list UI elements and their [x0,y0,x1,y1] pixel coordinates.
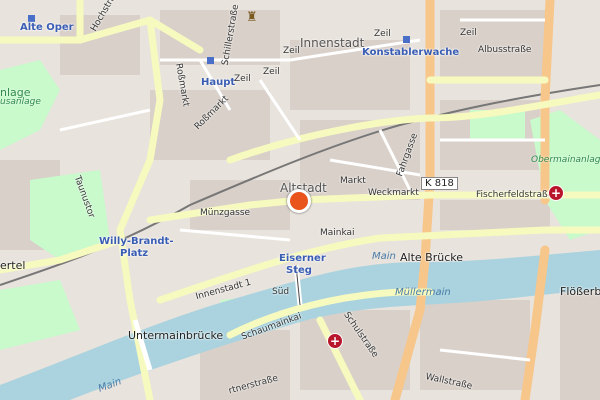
street-label-munzgasse: Münzgasse [200,208,251,218]
castle-icon[interactable]: ♜ [246,10,258,25]
station-label-eiserner-steg-1[interactable]: Eiserner [279,253,326,264]
street-label-fischerfeldstrasse: Fischerfeldstraße [476,190,554,200]
bridge-label-alte-brucke: Alte Brücke [400,251,463,264]
area-label-ertel: ertel [0,259,26,272]
street-label-zeil: Zeil [460,28,477,38]
street-label-weckmarkt: Weckmarkt [368,188,419,198]
station-label-willy-brandt-platz-1[interactable]: Willy-Brandt- [99,236,174,247]
street-label-zeil: Zeil [374,29,391,39]
park-label-usanlage: usanlage [0,97,41,107]
station-label-haupt[interactable]: Haupt [201,77,235,88]
station-label-konstablerwache[interactable]: Konstablerwache [362,47,459,58]
station-label-eiserner-steg-2[interactable]: Steg [286,265,312,276]
hospital-icon[interactable]: + [327,333,343,349]
street-label-albusstrasse: Albusstraße [478,45,532,55]
water-label-main: Main [372,251,396,262]
hospital-icon[interactable]: + [548,185,564,201]
road-ref-badge: K 818 [421,177,458,190]
location-pin-icon[interactable] [287,189,311,213]
station-stop-icon [28,15,35,22]
district-label-innenstadt: Innenstadt [300,36,365,50]
street-label-sud: Süd [272,287,290,297]
station-stop-icon [207,57,214,64]
street-label-markt: Markt [340,176,366,186]
station-label-willy-brandt-platz-2[interactable]: Platz [120,248,148,259]
bridge-label-flossberbrucke: Flößerbrü [560,285,600,298]
park-label-obermainanlage: Obermainanlage [531,155,600,165]
street-label-zeil: Zeil [263,67,280,77]
water-label-mullermain: Müllermain [395,287,451,298]
street-label-zeil: Zeil [283,46,300,56]
street-label-zeil: Zeil [234,74,251,84]
station-label-alte-oper[interactable]: Alte Oper [20,22,74,33]
bridge-label-untermainbrucke: Untermainbrücke [128,329,224,342]
street-label-mainkai: Mainkai [320,228,355,238]
map-view[interactable]: Innenstadt Altstadt Alte Oper Konstabler… [0,0,600,400]
station-stop-icon [403,36,410,43]
